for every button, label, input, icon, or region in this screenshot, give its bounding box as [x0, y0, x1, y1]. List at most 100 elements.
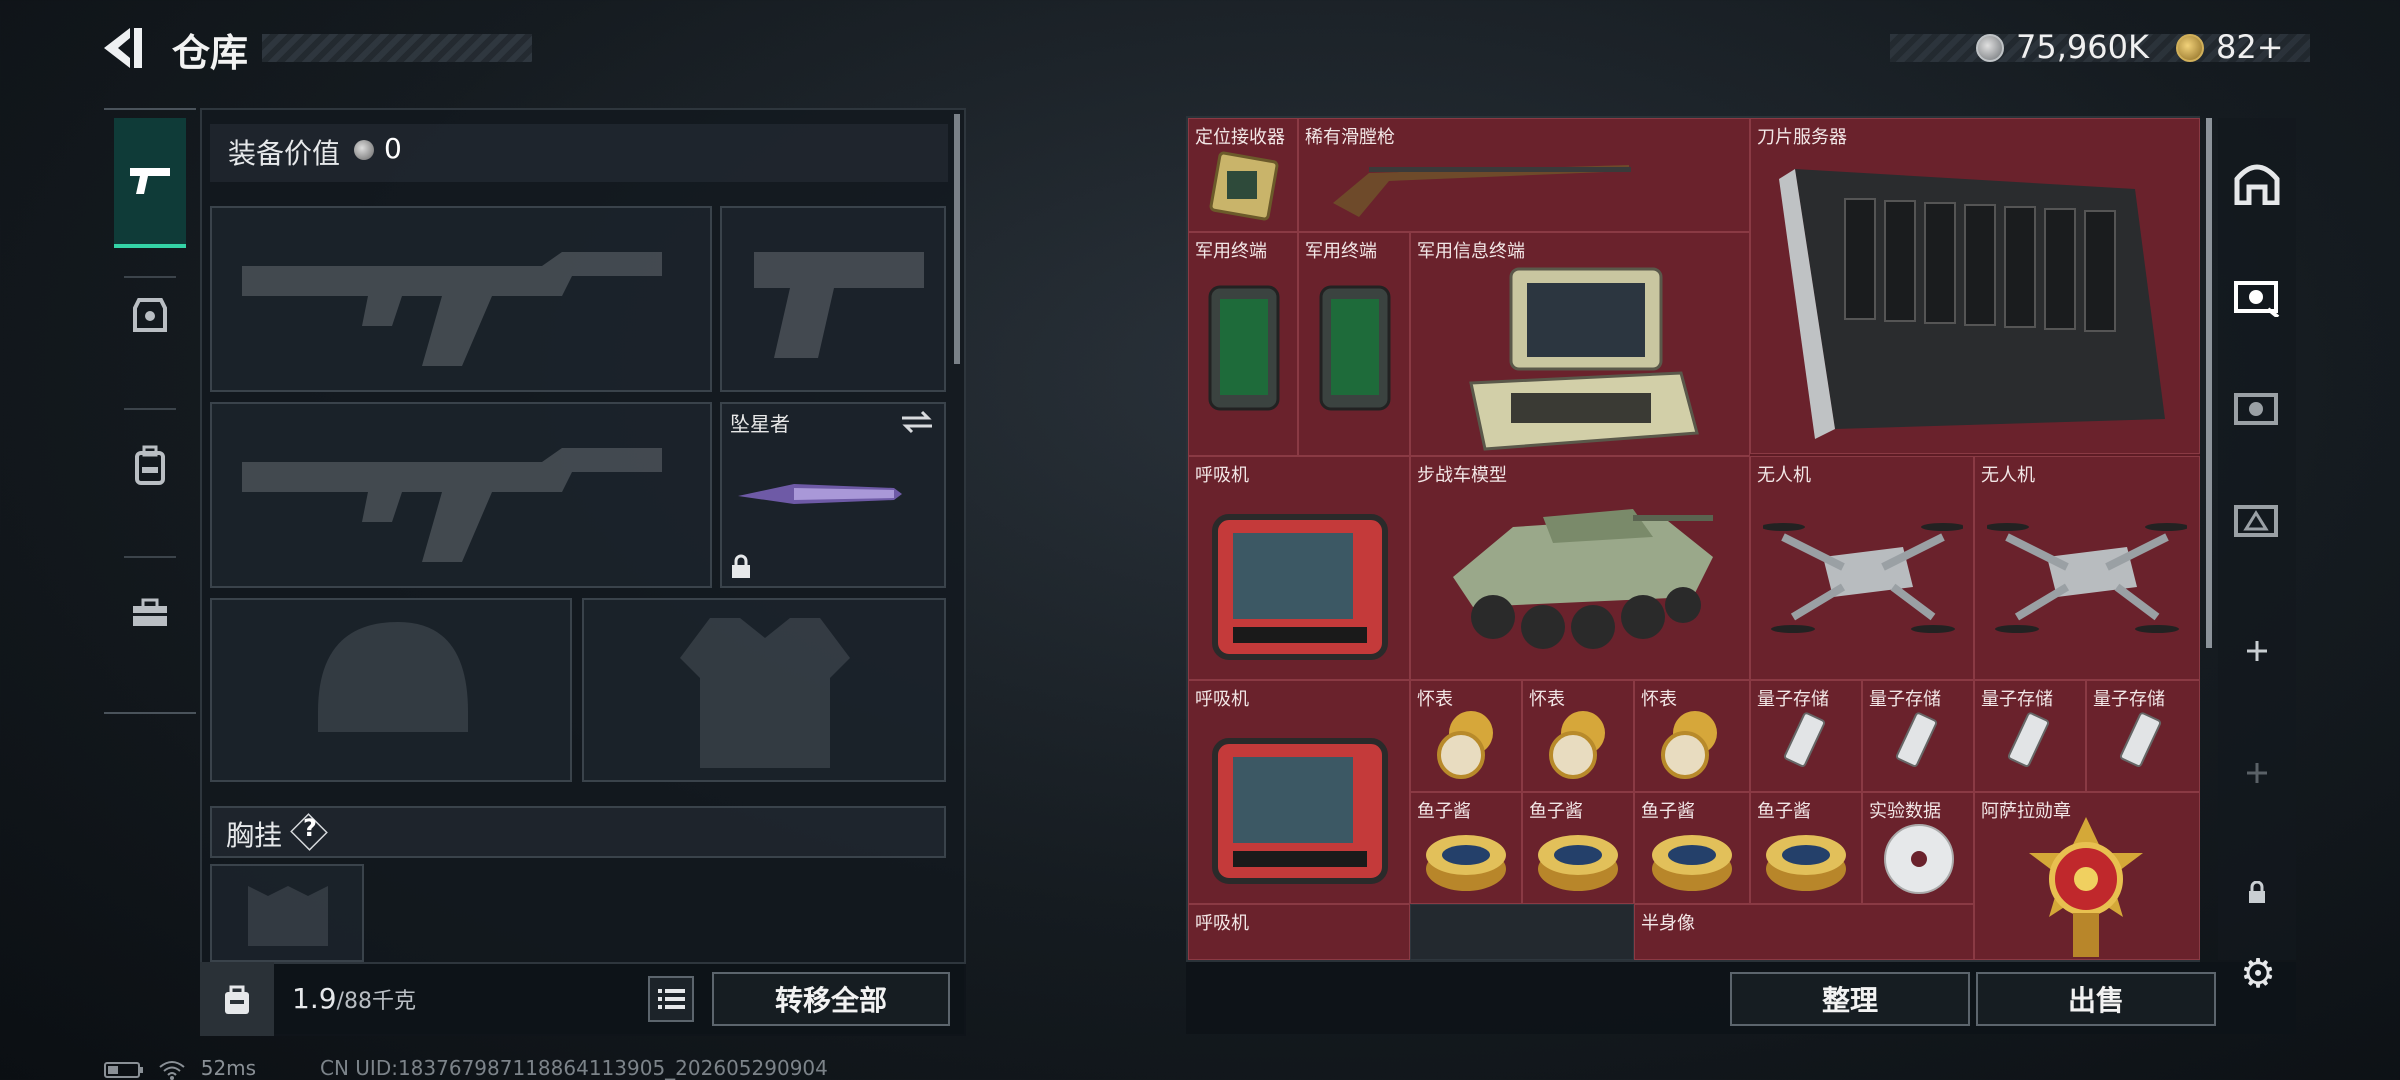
primary-weapon-slot[interactable]	[210, 206, 712, 392]
weight-value: 1.9	[292, 982, 337, 1015]
move-all-button[interactable]: 转移全部	[712, 972, 950, 1026]
item-caviar[interactable]: 鱼子酱	[1410, 792, 1522, 904]
coin-icon	[1976, 34, 2004, 62]
tab-backpack[interactable]	[114, 410, 186, 520]
item-experiment-data[interactable]: 实验数据	[1862, 792, 1974, 904]
weight-readout: 1.9/88千克	[292, 982, 416, 1015]
settings-gear-icon[interactable]: ⚙	[2236, 952, 2280, 996]
tab-warehouse[interactable]	[2218, 128, 2296, 238]
loadout-scrollbar[interactable]	[954, 114, 960, 364]
item-ventilator[interactable]: 呼吸机	[1188, 680, 1410, 904]
item-name: 无人机	[1981, 465, 2035, 486]
item-name: 量子存储	[2093, 689, 2165, 710]
list-view-button[interactable]	[648, 976, 694, 1022]
melee-name: 坠星者	[730, 412, 790, 436]
item-receiver[interactable]: 定位接收器	[1188, 118, 1298, 232]
usb-drive-icon	[1783, 712, 1826, 767]
item-name: 军用信息终端	[1417, 241, 1525, 262]
item-quantum-storage[interactable]: 量子存储	[1750, 680, 1862, 792]
storage-4-icon	[2234, 393, 2278, 425]
usb-drive-icon	[2119, 712, 2162, 767]
sell-button[interactable]: 出售	[1976, 972, 2216, 1026]
item-caviar[interactable]: 鱼子酱	[1634, 792, 1750, 904]
tab-weapons[interactable]	[114, 118, 186, 248]
item-military-terminal[interactable]: 军用终端	[1298, 232, 1410, 456]
item-blade-server[interactable]: 刀片服务器	[1750, 118, 2200, 454]
item-asala-medal[interactable]: 阿萨拉勋章	[1974, 792, 2200, 960]
weight-icon	[200, 962, 274, 1036]
wifi-icon	[159, 1060, 185, 1080]
pistol-slot[interactable]	[720, 206, 946, 392]
sort-button[interactable]: 整理	[1730, 972, 1970, 1026]
military-terminal-icon	[1208, 285, 1280, 411]
helmet-placeholder-icon	[318, 622, 468, 732]
item-name: 鱼子酱	[1529, 801, 1583, 822]
item-quantum-storage[interactable]: 量子存储	[1974, 680, 2086, 792]
item-bust[interactable]: 半身像	[1634, 904, 1974, 960]
case-icon	[133, 598, 167, 626]
item-pocket-watch[interactable]: 怀表	[1410, 680, 1522, 792]
add-tab-button[interactable]	[2218, 596, 2296, 706]
coin-icon	[354, 140, 374, 160]
empty-slot[interactable]	[1410, 904, 1634, 960]
item-name: 半身像	[1641, 913, 1695, 934]
helmet-slot[interactable]	[210, 598, 572, 782]
chest-rig-slot[interactable]	[210, 864, 364, 962]
swap-icon[interactable]	[900, 408, 934, 436]
drone-icon	[1987, 523, 2187, 633]
help-text: ?	[303, 814, 317, 842]
tab-storage-2[interactable]	[2218, 464, 2296, 574]
item-drone[interactable]: 无人机	[1974, 456, 2200, 680]
user-uid: CN UID:1837679871188641139​05_2026052909…	[320, 1056, 828, 1080]
item-quantum-storage[interactable]: 量子存储	[1862, 680, 1974, 792]
rig-placeholder-icon	[248, 886, 328, 946]
item-caviar[interactable]: 鱼子酱	[1522, 792, 1634, 904]
tab-storage-1[interactable]	[2218, 240, 2296, 350]
caviar-tin-icon	[1766, 835, 1846, 891]
premium-currency-value[interactable]: 82+	[2216, 28, 2284, 66]
item-musket[interactable]: 稀有滑膛枪	[1298, 118, 1750, 232]
secondary-weapon-slot[interactable]	[210, 402, 712, 588]
tab-armor[interactable]	[114, 260, 186, 370]
equip-value-label: 装备价值	[228, 137, 341, 170]
ventilator-icon	[1212, 738, 1388, 884]
item-pocket-watch[interactable]: 怀表	[1522, 680, 1634, 792]
backpack-icon	[135, 445, 165, 485]
item-name: 鱼子酱	[1757, 801, 1811, 822]
tab-case[interactable]	[114, 558, 186, 668]
weight-limit: /88千克	[336, 989, 416, 1014]
back-arrow-icon[interactable]	[100, 26, 150, 70]
storage-tabs	[2218, 118, 2296, 960]
medal-icon	[2029, 817, 2143, 957]
equip-value: 0	[384, 132, 402, 165]
item-ventilator[interactable]: 呼吸机	[1188, 456, 1410, 680]
lock-icon	[732, 554, 750, 578]
item-name: 鱼子酱	[1641, 801, 1695, 822]
storage-scrollbar[interactable]	[2206, 118, 2212, 648]
item-info-terminal[interactable]: 军用信息终端	[1410, 232, 1750, 456]
musket-icon	[1333, 165, 1631, 217]
chest-rig-label: 胸挂	[226, 819, 283, 852]
item-drone[interactable]: 无人机	[1750, 456, 1974, 680]
battery-icon	[104, 1061, 143, 1078]
knife-icon	[738, 484, 902, 504]
item-ifv-model[interactable]: 步战车模型	[1410, 456, 1750, 680]
loadout-tabs	[104, 108, 196, 714]
item-caviar[interactable]: 鱼子酱	[1750, 792, 1862, 904]
usb-drive-icon	[1895, 712, 1938, 767]
item-pocket-watch[interactable]: 怀表	[1634, 680, 1750, 792]
currency-value: 75,960K	[2016, 28, 2149, 66]
usb-drive-icon	[2007, 712, 2050, 767]
gold-coin-icon	[2176, 34, 2204, 62]
locked-tab	[2218, 838, 2296, 948]
item-military-terminal[interactable]: 军用终端	[1188, 232, 1298, 456]
receiver-icon	[1209, 151, 1279, 221]
add-icon	[2247, 763, 2267, 783]
ventilator-icon	[1212, 514, 1388, 660]
item-ventilator[interactable]: 呼吸机	[1188, 904, 1410, 960]
body-armor-slot[interactable]	[582, 598, 946, 782]
melee-slot[interactable]: 坠星者	[720, 402, 946, 588]
item-quantum-storage[interactable]: 量子存储	[2086, 680, 2200, 792]
tab-storage-4[interactable]	[2218, 352, 2296, 462]
item-name: 军用终端	[1305, 241, 1377, 262]
